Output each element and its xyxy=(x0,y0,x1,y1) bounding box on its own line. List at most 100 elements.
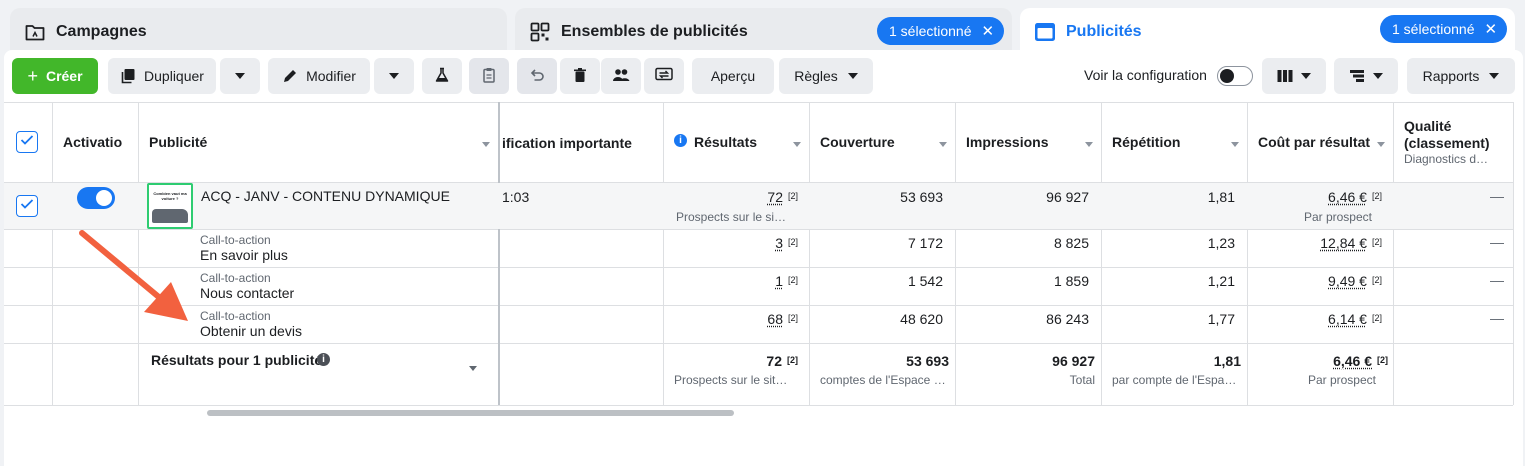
breakdown-button[interactable] xyxy=(1334,58,1398,94)
car-image xyxy=(152,209,188,223)
preview-button[interactable]: Aperçu xyxy=(692,58,774,94)
ad-reach: 53 693 xyxy=(900,189,943,205)
sort-arrow-icon[interactable] xyxy=(482,142,490,147)
ads-manager: { "tabs": [ {"label": "Campagnes"}, {"la… xyxy=(0,0,1525,466)
undo-icon xyxy=(529,67,545,86)
ad-window-icon xyxy=(1034,21,1056,43)
horizontal-scrollbar[interactable] xyxy=(207,410,734,416)
ads-selection-badge[interactable]: 1 sélectionné ✕ xyxy=(1380,15,1508,43)
reports-label: Rapports xyxy=(1422,68,1480,84)
totals-impressions: 96 927 xyxy=(1052,353,1095,369)
adsets-selection-badge[interactable]: 1 sélectionné ✕ xyxy=(877,17,1005,45)
toggle-knob xyxy=(96,190,112,206)
tab-adsets-label: Ensembles de publicités xyxy=(561,23,748,40)
duplicate-dropdown[interactable] xyxy=(220,58,260,94)
annotation-arrow-icon xyxy=(79,230,188,321)
reports-button[interactable]: Rapports xyxy=(1407,58,1515,94)
ad-thumbnail[interactable]: Combien vaut ma voiture ? xyxy=(147,183,193,229)
cta-reach: 48 620 xyxy=(900,311,943,327)
compare-icon xyxy=(655,67,673,86)
tab-campaigns-label: Campagnes xyxy=(56,23,147,40)
sort-arrow-icon[interactable] xyxy=(1231,142,1239,147)
col-ad[interactable]: Publicité xyxy=(149,134,207,151)
ads-panel: + Créer Dupliquer Modifier Aperçu Règles… xyxy=(4,50,1523,466)
cta-results: 1 [2] xyxy=(775,273,798,289)
chevron-down-icon xyxy=(847,73,858,79)
view-config-toggle[interactable] xyxy=(1217,66,1253,86)
duplicate-label: Dupliquer xyxy=(144,68,204,84)
ab-test-button[interactable] xyxy=(422,58,462,94)
cta-cost: 12,84 € [2] xyxy=(1320,235,1382,251)
totals-results: 72 [2] xyxy=(766,353,798,369)
totals-reach-sub: comptes de l'Espace C… xyxy=(820,373,950,387)
compare-button[interactable] xyxy=(644,58,684,94)
edit-dropdown[interactable] xyxy=(374,58,414,94)
duplicate-button[interactable]: Dupliquer xyxy=(108,58,216,94)
ad-name[interactable]: ACQ - JANV - CONTENU DYNAMIQUE xyxy=(201,188,450,204)
cta-impressions: 86 243 xyxy=(1046,311,1089,327)
col-quality-line1: Qualité xyxy=(1404,118,1452,134)
ad-results: 72 [2] xyxy=(767,189,798,205)
col-notice[interactable]: ification importante xyxy=(502,135,632,152)
sort-arrow-icon[interactable] xyxy=(1377,142,1385,147)
col-activation[interactable]: Activatio xyxy=(63,134,135,151)
ad-active-toggle[interactable] xyxy=(77,187,115,209)
chevron-down-icon xyxy=(235,73,245,79)
create-button[interactable]: + Créer xyxy=(12,58,98,94)
clear-selection-icon[interactable]: ✕ xyxy=(982,24,995,39)
totals-impressions-sub: Total xyxy=(1069,373,1095,387)
grid-icon xyxy=(529,21,551,43)
rules-label: Règles xyxy=(794,68,838,84)
columns-button[interactable] xyxy=(1262,58,1326,94)
totals-reach: 53 693 xyxy=(906,353,949,369)
info-icon[interactable]: i xyxy=(674,134,687,147)
col-cost-per-result[interactable]: Coût par résultat xyxy=(1258,134,1370,151)
cta-results: 68 [2] xyxy=(767,311,798,327)
ads-table: Activatio Publicité ification importante… xyxy=(4,102,1523,456)
col-results[interactable]: Résultats xyxy=(694,134,757,151)
totals-frequency-sub: par compte de l'Espac… xyxy=(1112,373,1242,387)
clear-selection-icon[interactable]: ✕ xyxy=(1485,22,1498,37)
totals-frequency: 1,81 xyxy=(1213,353,1241,369)
col-reach[interactable]: Couverture xyxy=(820,134,895,151)
chevron-down-icon xyxy=(1301,73,1311,79)
totals-cost-sub: Par prospect xyxy=(1307,373,1376,387)
info-icon[interactable]: i xyxy=(317,353,330,366)
cta-frequency: 1,23 xyxy=(1207,235,1235,251)
ad-impressions: 96 927 xyxy=(1046,189,1089,205)
col-quality-line2: (classement) xyxy=(1404,135,1490,151)
cta-impressions: 1 859 xyxy=(1053,273,1089,289)
totals-label: Résultats pour 1 publicité xyxy=(151,352,323,368)
ad-cost-sub: Par prospect xyxy=(1303,210,1372,224)
cta-results: 3 [2] xyxy=(775,235,798,251)
sort-arrow-icon[interactable] xyxy=(1085,142,1093,147)
trash-icon xyxy=(572,67,588,86)
thumbnail-text: Combien vaut ma voiture ? xyxy=(153,191,187,201)
cta-reach: 1 542 xyxy=(907,273,943,289)
ad-row-checkbox[interactable] xyxy=(16,195,38,217)
people-icon xyxy=(612,67,630,86)
delete-button[interactable] xyxy=(560,58,600,94)
col-quality-sub: Diagnostics d… xyxy=(1404,152,1489,166)
paste-button[interactable] xyxy=(469,58,509,94)
view-config-label: Voir la configuration xyxy=(1084,67,1207,83)
col-impressions[interactable]: Impressions xyxy=(966,134,1048,151)
totals-cost: 6,46 € [2] xyxy=(1333,353,1388,369)
edit-button[interactable]: Modifier xyxy=(268,58,370,94)
col-quality[interactable]: Qualité (classement) Diagnostics d… xyxy=(1404,118,1509,166)
totals-dropdown-icon[interactable] xyxy=(469,366,477,371)
preview-label: Aperçu xyxy=(710,68,756,84)
sort-arrow-icon[interactable] xyxy=(939,142,947,147)
cta-frequency: 1,21 xyxy=(1207,273,1235,289)
folder-icon xyxy=(24,21,46,43)
col-frequency[interactable]: Répétition xyxy=(1112,134,1180,151)
create-label: Créer xyxy=(45,68,83,84)
sort-arrow-icon[interactable] xyxy=(793,142,801,147)
cta-quality: — xyxy=(1490,310,1504,326)
clipboard-icon xyxy=(481,67,497,86)
undo-button[interactable] xyxy=(517,58,557,94)
tab-campaigns[interactable]: Campagnes xyxy=(10,8,507,56)
audience-button[interactable] xyxy=(601,58,641,94)
select-all-checkbox[interactable] xyxy=(16,131,38,153)
rules-button[interactable]: Règles xyxy=(779,58,873,94)
